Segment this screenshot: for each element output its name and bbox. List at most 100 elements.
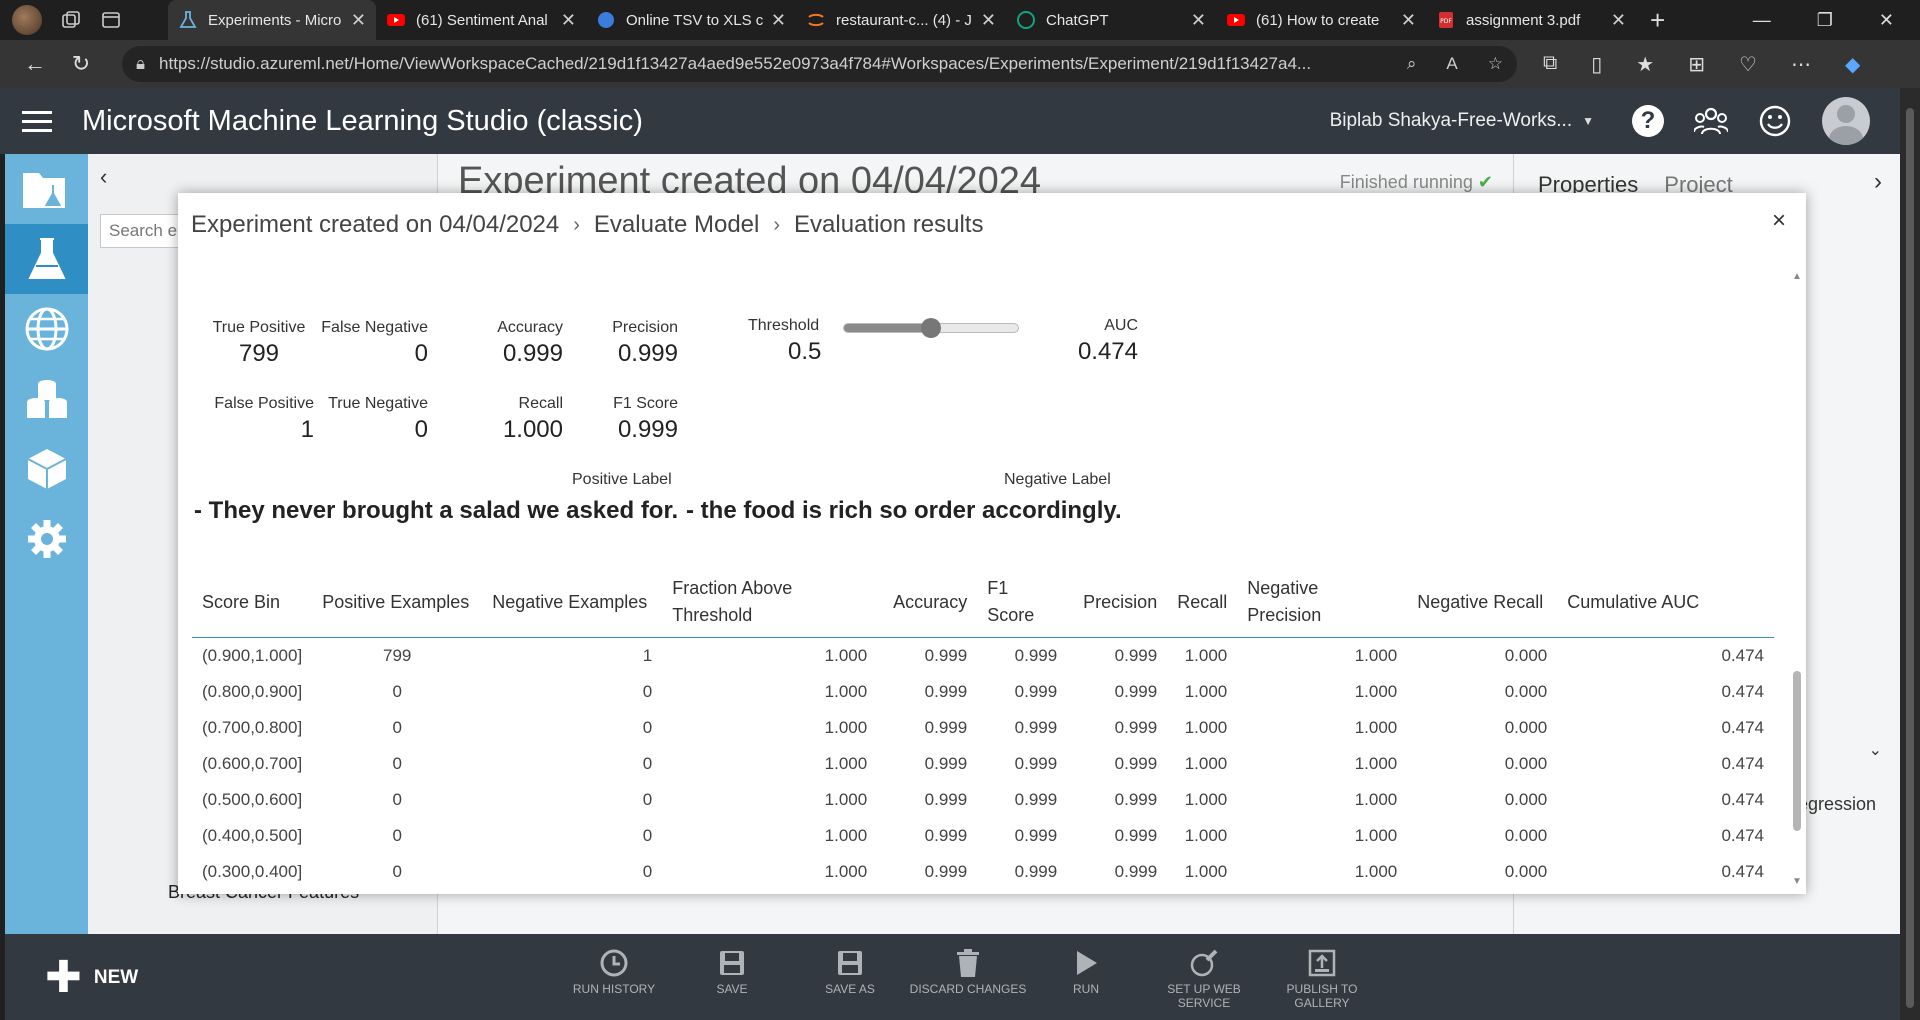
community-icon[interactable]	[1694, 106, 1728, 136]
refresh-icon[interactable]: ↻	[58, 51, 104, 77]
column-header: Cumulative AUC	[1557, 567, 1774, 638]
scroll-down-icon[interactable]: ▼	[1792, 876, 1802, 887]
breadcrumb-experiment[interactable]: Experiment created on 04/04/2024	[191, 211, 559, 239]
close-tab-icon[interactable]: ✕	[561, 10, 576, 31]
close-tab-icon[interactable]: ✕	[771, 10, 786, 31]
close-tab-icon[interactable]: ✕	[981, 10, 996, 31]
close-tab-icon[interactable]: ✕	[1401, 10, 1416, 31]
table-row: (0.400,0.500] 0 0 1.000 0.999 0.999 0.999 1.000…	[192, 818, 1774, 854]
copilot-icon[interactable]: ◆	[1845, 52, 1860, 77]
tab-sentiment[interactable]: (61) Sentiment Anal ✕	[376, 0, 586, 40]
scroll-thumb[interactable]	[1793, 671, 1801, 831]
threshold-slider[interactable]	[843, 318, 1019, 338]
page-scrollbar[interactable]	[1900, 88, 1920, 1020]
table-cell: 0.999	[1014, 645, 1058, 665]
table-cell: 0.999	[1114, 825, 1158, 845]
wrench-globe-icon	[1190, 949, 1218, 977]
new-button[interactable]: ✚ NEW	[45, 956, 138, 1000]
run-button[interactable]: RUN	[1027, 946, 1145, 1010]
read-aloud-icon[interactable]: A	[1446, 54, 1457, 74]
publish-gallery-button[interactable]: PUBLISH TO GALLERY	[1263, 946, 1381, 1010]
chevron-down-icon[interactable]: ⌄	[1869, 740, 1882, 760]
close-icon[interactable]: ×	[1772, 207, 1786, 235]
table-cell: (0.400,0.500]	[202, 825, 303, 845]
workspace-selector[interactable]: Biplab Shakya-Free-Works...	[1330, 110, 1573, 132]
chevron-right-icon[interactable]: ›	[1874, 168, 1882, 196]
table-cell: (0.600,0.700]	[202, 753, 303, 773]
slider-handle[interactable]	[921, 318, 941, 338]
back-icon[interactable]: ←	[12, 51, 58, 77]
more-options-icon[interactable]: ⋯	[1791, 52, 1811, 77]
collections-icon[interactable]: ⊞	[1688, 52, 1705, 77]
help-icon[interactable]: ?	[1632, 105, 1664, 137]
nav-datasets[interactable]	[5, 364, 88, 434]
favorite-star-icon[interactable]: ☆	[1488, 54, 1503, 74]
user-avatar[interactable]	[1822, 97, 1870, 145]
chevron-down-icon[interactable]: ▼	[1582, 114, 1594, 128]
run-history-button[interactable]: RUN HISTORY	[555, 946, 673, 1010]
zoom-icon[interactable]: ⌕	[1407, 54, 1417, 74]
metric-value: 0.999	[617, 416, 678, 443]
nav-experiments[interactable]	[5, 224, 88, 294]
performance-icon[interactable]: ♡	[1739, 52, 1757, 77]
table-cell: 0.474	[1721, 789, 1764, 809]
restore-icon[interactable]: ❐	[1817, 10, 1833, 31]
table-cell: 0.999	[924, 825, 968, 845]
gear-icon	[27, 520, 66, 558]
plus-icon: ✚	[45, 953, 82, 1002]
scroll-up-icon[interactable]: ▲	[1792, 271, 1802, 282]
favorites-icon[interactable]: ★	[1636, 52, 1654, 77]
metric-false-positive: False Positive 1	[204, 395, 314, 444]
close-tab-icon[interactable]: ✕	[1611, 10, 1626, 31]
new-tab-icon[interactable]: +	[1636, 5, 1679, 36]
chevron-left-icon[interactable]: ‹	[100, 164, 107, 190]
breadcrumb-evaluate-model[interactable]: Evaluate Model	[594, 211, 759, 239]
dialog-scrollbar[interactable]: ▲ ▼	[1791, 271, 1803, 887]
save-button[interactable]: SAVE	[673, 946, 791, 1010]
nav-settings[interactable]	[5, 504, 88, 574]
table-cell: 0.000	[1504, 681, 1548, 701]
save-as-button[interactable]: SAVE AS	[791, 946, 909, 1010]
metric-value: 0	[414, 416, 428, 443]
nav-trained-models[interactable]	[5, 434, 88, 504]
address-bar-row: ← ↻ 🔒︎ https://studio.azureml.net/Home/V…	[0, 40, 1920, 88]
tab-label: ChatGPT	[1046, 11, 1109, 29]
feedback-smiley-icon[interactable]	[1758, 104, 1792, 138]
discard-changes-button[interactable]: DISCARD CHANGES	[909, 946, 1027, 1010]
lock-icon[interactable]: 🔒︎	[136, 54, 145, 74]
tab-how-to-create[interactable]: (61) How to create ✕	[1216, 0, 1426, 40]
positive-label-value: - They never brought a salad we asked fo…	[194, 497, 679, 524]
nav-web-services[interactable]	[5, 294, 88, 364]
close-tab-icon[interactable]: ✕	[1191, 10, 1206, 31]
run-status: Finished running ✔	[1340, 172, 1493, 193]
tab-chatgpt[interactable]: ChatGPT ✕	[1006, 0, 1216, 40]
workspaces-icon[interactable]	[60, 9, 82, 31]
table-row: (0.900,1.000] 799 1 1.000 0.999 0.999 0.999 1.0…	[192, 638, 1774, 674]
extensions-icon[interactable]: ⧉	[1543, 52, 1557, 77]
metric-label: True Positive	[212, 319, 306, 336]
close-window-icon[interactable]: ✕	[1879, 10, 1894, 31]
tab-actions-icon[interactable]	[100, 9, 122, 31]
profile-avatar[interactable]	[12, 5, 42, 35]
column-header: F1 Score	[977, 567, 1068, 638]
minimize-icon[interactable]: —	[1753, 10, 1771, 31]
table-cell: 0	[392, 861, 402, 881]
table-cell: 0.999	[1014, 789, 1058, 809]
nav-projects[interactable]	[5, 154, 88, 224]
table-cell: 1.000	[1184, 789, 1228, 809]
address-bar[interactable]: 🔒︎ https://studio.azureml.net/Home/ViewW…	[122, 46, 1517, 82]
metric-true-negative: True Negative 0	[318, 395, 428, 444]
tab-restaurant[interactable]: restaurant-c... (4) - J ✕	[796, 0, 1006, 40]
tab-tsv[interactable]: Online TSV to XLS c ✕	[586, 0, 796, 40]
tab-experiments[interactable]: Experiments - Micro ✕	[168, 0, 376, 40]
youtube-icon	[1227, 14, 1245, 26]
tab-assignment-pdf[interactable]: PDF assignment 3.pdf ✕	[1426, 0, 1636, 40]
play-icon	[1077, 951, 1097, 975]
table-cell: 0.999	[924, 789, 968, 809]
split-screen-icon[interactable]: ▯	[1591, 52, 1602, 77]
close-tab-icon[interactable]: ✕	[351, 10, 366, 31]
metric-precision: Precision 0.999	[598, 319, 678, 368]
metric-value: 799	[238, 340, 280, 367]
menu-icon[interactable]	[22, 105, 52, 138]
setup-web-service-button[interactable]: SET UP WEB SERVICE	[1145, 946, 1263, 1010]
